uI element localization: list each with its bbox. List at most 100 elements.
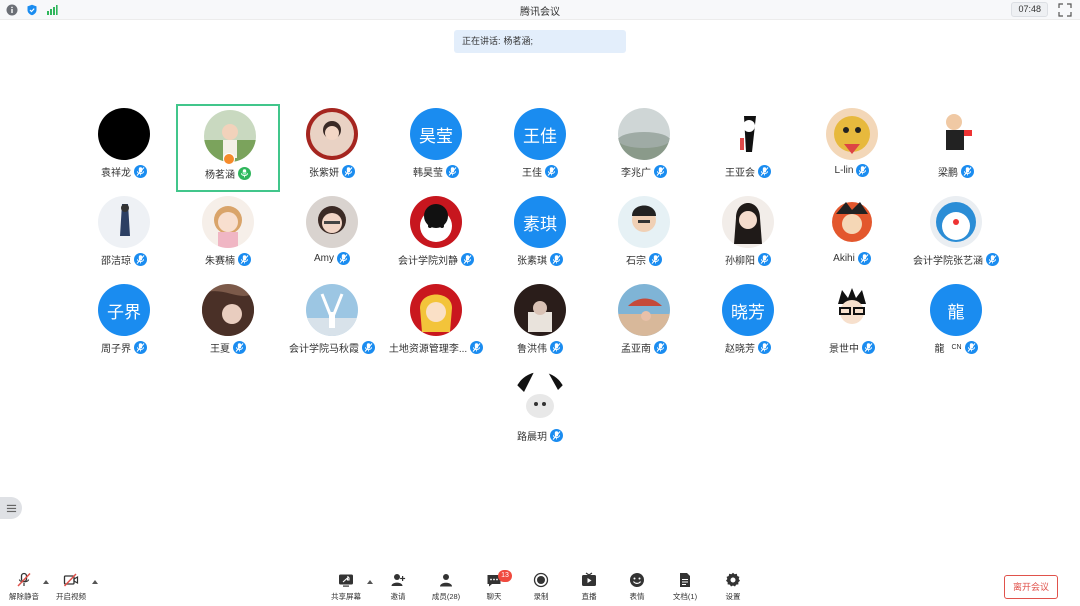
microphone-muted-icon bbox=[986, 253, 999, 266]
leave-meeting-button[interactable]: 离开会议 bbox=[1004, 575, 1058, 599]
microphone-muted-icon bbox=[342, 165, 355, 178]
microphone-muted-icon bbox=[758, 165, 771, 178]
participant-tile[interactable]: 子界 周子界 bbox=[72, 280, 176, 368]
reactions-button[interactable]: 表情 bbox=[615, 572, 659, 602]
members-button[interactable]: 成员(28) bbox=[424, 572, 468, 602]
participant-tile[interactable]: 素琪 张素琪 bbox=[488, 192, 592, 280]
participant-name: 会计学院张艺涵 bbox=[913, 256, 983, 267]
microphone-muted-icon bbox=[550, 341, 563, 354]
speaking-indicator: 正在讲话: 杨茗涵; bbox=[454, 30, 626, 53]
speaking-name: 杨茗涵; bbox=[503, 36, 534, 46]
microphone-muted-icon bbox=[961, 165, 974, 178]
share-options-caret[interactable] bbox=[367, 580, 373, 584]
live-button[interactable]: 直播 bbox=[567, 572, 611, 602]
start-video-button[interactable]: 开启视频 bbox=[49, 572, 93, 602]
microphone-muted-icon bbox=[446, 165, 459, 178]
participant-name: Amy bbox=[314, 253, 334, 264]
record-button[interactable]: 录制 bbox=[519, 572, 563, 602]
invite-button[interactable]: 邀请 bbox=[376, 572, 420, 602]
participant-tile[interactable]: 晓芳 赵晓芳 bbox=[696, 280, 800, 368]
participant-name: Akihi bbox=[833, 253, 855, 264]
participant-name-row: 周子界 bbox=[72, 340, 176, 355]
participant-tile[interactable]: 孟亚南 bbox=[592, 280, 696, 368]
participant-tile[interactable]: 王亚会 bbox=[696, 104, 800, 192]
participant-avatar bbox=[826, 284, 878, 336]
microphone-muted-icon bbox=[545, 165, 558, 178]
avatar-image bbox=[202, 284, 254, 336]
settings-label: 设置 bbox=[725, 592, 741, 601]
participant-tile[interactable]: 邵洁琼 bbox=[72, 192, 176, 280]
live-label: 直播 bbox=[581, 592, 597, 601]
settings-button[interactable]: 设置 bbox=[711, 572, 755, 602]
participant-tile[interactable]: 李兆广 bbox=[592, 104, 696, 192]
share-screen-icon bbox=[339, 574, 353, 587]
participant-tile[interactable]: 会计学院刘静 bbox=[384, 192, 488, 280]
participant-tile[interactable]: Akihi bbox=[800, 192, 904, 280]
microphone-muted-icon bbox=[233, 341, 246, 354]
avatar-image bbox=[618, 284, 670, 336]
participant-tile[interactable]: 龍龍 CN bbox=[904, 280, 1008, 368]
speaking-label: 正在讲话: bbox=[462, 36, 501, 46]
participant-name-row: 会计学院张艺涵 bbox=[904, 252, 1008, 267]
participant-name-row: 龍 CN bbox=[904, 340, 1008, 355]
participant-tile[interactable]: 景世中 bbox=[800, 280, 904, 368]
side-panel-toggle[interactable] bbox=[0, 497, 22, 519]
share-screen-button[interactable]: 共享屏幕 bbox=[324, 572, 368, 602]
camera-off-icon bbox=[63, 573, 79, 587]
participant-name-row: 土地资源管理李... bbox=[384, 340, 488, 355]
window-title: 腾讯会议 bbox=[520, 7, 560, 18]
participant-tile[interactable]: 昊莹 韩昊莹 bbox=[384, 104, 488, 192]
participant-tile[interactable]: Amy bbox=[280, 192, 384, 280]
participant-avatar bbox=[306, 284, 358, 336]
participant-name-row: 鲁洪伟 bbox=[488, 340, 592, 355]
participant-avatar: 晓芳 bbox=[722, 284, 774, 336]
video-options-caret[interactable] bbox=[92, 580, 98, 584]
participant-name: 孟亚南 bbox=[621, 344, 651, 355]
participant-tile[interactable]: 袁祥龙 bbox=[72, 104, 176, 192]
participant-tile[interactable]: L-lin bbox=[800, 104, 904, 192]
participant-name-row: 孙柳阳 bbox=[696, 252, 800, 267]
participant-avatar: 昊莹 bbox=[410, 108, 462, 160]
participant-tile[interactable]: 朱赛楠 bbox=[176, 192, 280, 280]
live-stream-icon bbox=[582, 572, 596, 586]
participant-avatar bbox=[410, 284, 462, 336]
participant-tile[interactable]: 石宗 bbox=[592, 192, 696, 280]
participant-name-row: Akihi bbox=[800, 252, 904, 265]
microphone-muted-icon bbox=[550, 253, 563, 266]
participant-name-row: L-lin bbox=[800, 164, 904, 177]
participant-tile[interactable]: 会计学院张艺涵 bbox=[904, 192, 1008, 280]
participant-tile[interactable]: 孙柳阳 bbox=[696, 192, 800, 280]
participant-tile[interactable]: 会计学院马秋霞 bbox=[280, 280, 384, 368]
unmute-button[interactable]: 解除静音 bbox=[2, 572, 46, 602]
participant-name-row: 张紫妍 bbox=[280, 164, 384, 179]
participant-tile[interactable]: 鲁洪伟 bbox=[488, 280, 592, 368]
microphone-muted-icon bbox=[134, 253, 147, 266]
gear-icon bbox=[726, 572, 740, 587]
participant-tile[interactable]: 土地资源管理李... bbox=[384, 280, 488, 368]
participant-name: 孙柳阳 bbox=[725, 256, 755, 267]
fullscreen-icon[interactable] bbox=[1058, 3, 1072, 17]
chat-button[interactable]: 13 聊天 bbox=[472, 570, 516, 602]
participant-tile[interactable]: 杨茗涵 bbox=[176, 104, 280, 192]
invite-label: 邀请 bbox=[390, 592, 406, 601]
participant-avatar bbox=[930, 196, 982, 248]
members-icon bbox=[440, 574, 452, 587]
participant-avatar bbox=[722, 108, 774, 160]
participant-avatar bbox=[514, 372, 566, 424]
documents-button[interactable]: 文档(1) bbox=[663, 572, 707, 602]
participant-tile[interactable]: 王夏 bbox=[176, 280, 280, 368]
bottom-toolbar: 解除静音 开启视频 共享屏幕 邀请 成员(28) 13 聊天 录制 直播 表情 … bbox=[0, 566, 1080, 606]
avatar-image bbox=[722, 108, 774, 160]
participant-tile[interactable]: 梁鹏 bbox=[904, 104, 1008, 192]
participant-avatar bbox=[98, 108, 150, 160]
avatar-initials: 子界 bbox=[107, 302, 141, 323]
participant-tile[interactable]: 路晨玥 bbox=[488, 368, 592, 456]
participant-name-row: 路晨玥 bbox=[488, 428, 592, 443]
participant-avatar bbox=[202, 284, 254, 336]
avatar-initials: 龍 bbox=[947, 302, 965, 323]
microphone-muted-icon bbox=[134, 341, 147, 354]
participant-avatar bbox=[306, 196, 358, 248]
participant-avatar bbox=[618, 108, 670, 160]
participant-tile[interactable]: 王佳 王佳 bbox=[488, 104, 592, 192]
participant-tile[interactable]: 张紫妍 bbox=[280, 104, 384, 192]
